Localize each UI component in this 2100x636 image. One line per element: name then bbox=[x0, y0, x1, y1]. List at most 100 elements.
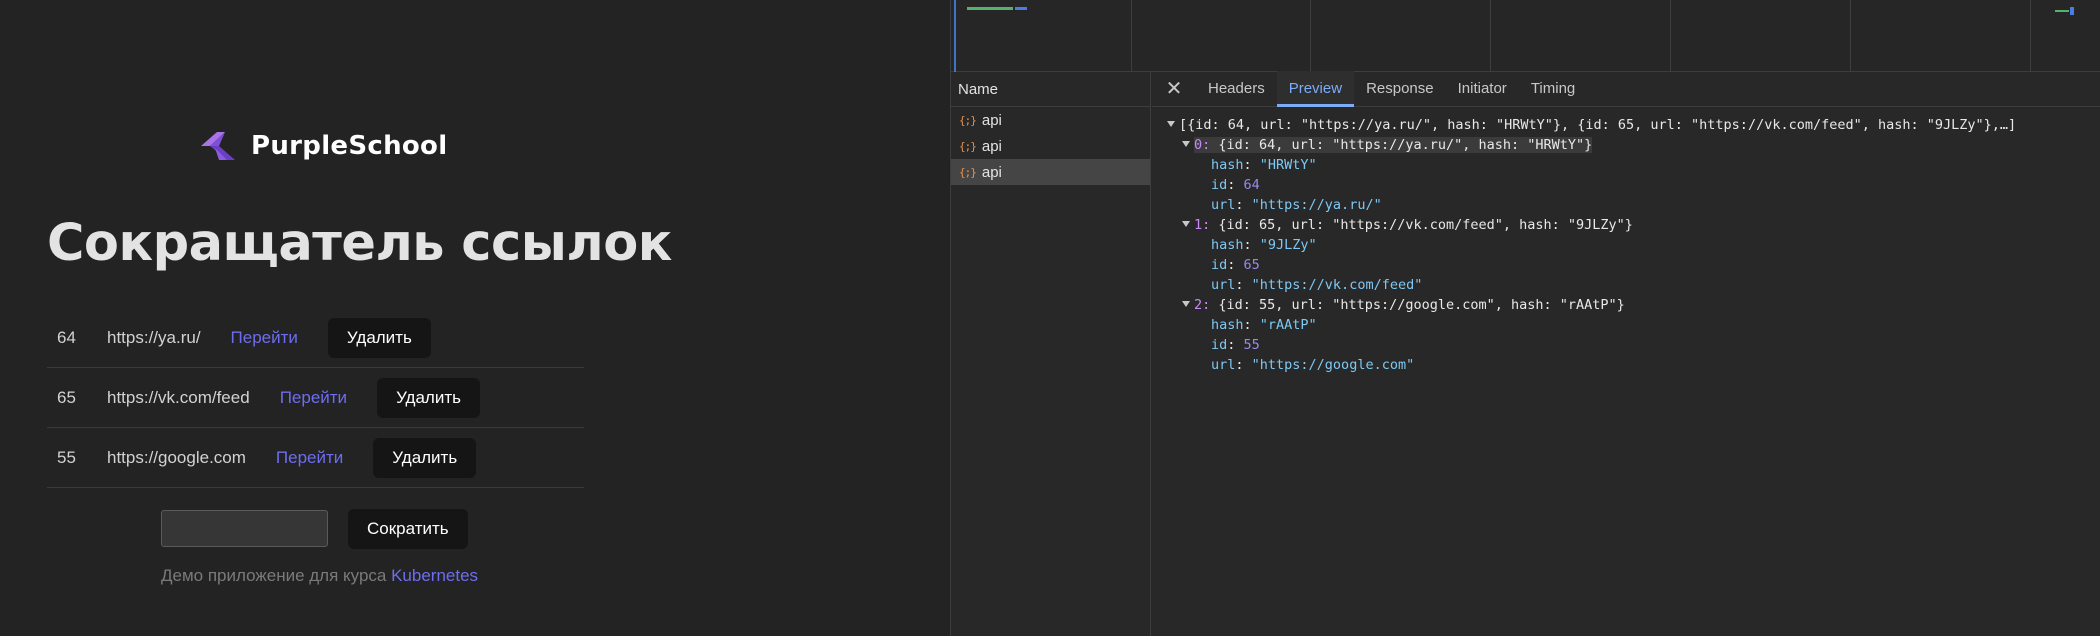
json-item-row[interactable]: 2: {id: 55, url: "https://google.com", h… bbox=[1152, 295, 2100, 315]
json-value: 65 bbox=[1243, 257, 1260, 273]
request-detail-pane: ✕ Headers Preview Response Initiator Tim… bbox=[1152, 71, 2100, 636]
link-url: https://vk.com/feed bbox=[107, 387, 250, 407]
json-key: id bbox=[1211, 177, 1228, 193]
json-value: "https://vk.com/feed" bbox=[1251, 277, 1423, 293]
json-value: "rAAtP" bbox=[1259, 317, 1317, 333]
footer-text: Демо приложение для курса bbox=[161, 566, 392, 585]
delete-button[interactable]: Удалить bbox=[327, 317, 431, 358]
request-row-selected[interactable]: {;} api bbox=[951, 159, 1150, 185]
tab-initiator[interactable]: Initiator bbox=[1446, 71, 1519, 106]
devtools-network-panel: Name {;} api {;} api {;} api ✕ Headers P… bbox=[950, 0, 2100, 636]
timeline-divider bbox=[1670, 0, 1671, 72]
link-url: https://google.com bbox=[107, 447, 246, 467]
json-value: "9JLZy" bbox=[1259, 237, 1317, 253]
detail-tabs: ✕ Headers Preview Response Initiator Tim… bbox=[1152, 71, 2100, 107]
request-name: api bbox=[981, 137, 1002, 155]
close-icon[interactable]: ✕ bbox=[1152, 71, 1196, 106]
timeline-download-bar bbox=[2070, 7, 2074, 15]
name-column-header[interactable]: Name bbox=[951, 72, 1150, 107]
json-key: id bbox=[1211, 337, 1228, 353]
json-value: "https://google.com" bbox=[1251, 357, 1415, 373]
request-row[interactable]: {;} api bbox=[951, 107, 1150, 133]
json-field: id: 55 bbox=[1211, 337, 1260, 353]
expand-triangle-icon[interactable] bbox=[1167, 121, 1175, 127]
timeline-divider bbox=[2030, 0, 2031, 72]
delete-button[interactable]: Удалить bbox=[373, 437, 477, 478]
json-root-row[interactable]: [{id: 64, url: "https://ya.ru/", hash: "… bbox=[1152, 115, 2100, 135]
timeline-marker bbox=[954, 0, 956, 72]
json-item-label: 0: {id: 64, url: "https://ya.ru/", hash:… bbox=[1194, 137, 1593, 153]
footer: Демо приложение для курса Kubernetes bbox=[161, 566, 478, 586]
link-id: 55 bbox=[57, 447, 76, 467]
json-field: hash: "rAAtP" bbox=[1211, 317, 1317, 333]
link-row: 64 https://ya.ru/ Перейти Удалить bbox=[47, 308, 584, 368]
json-root-summary: [{id: 64, url: "https://ya.ru/", hash: "… bbox=[1179, 117, 2017, 133]
json-item-summary: {id: 55, url: "https://google.com", hash… bbox=[1218, 297, 1625, 313]
timeline-divider bbox=[1490, 0, 1491, 72]
json-value: 64 bbox=[1243, 177, 1260, 193]
tab-response[interactable]: Response bbox=[1354, 71, 1446, 106]
tab-headers[interactable]: Headers bbox=[1196, 71, 1277, 106]
json-key: hash bbox=[1211, 317, 1244, 333]
json-field: id: 65 bbox=[1211, 257, 1260, 273]
expand-triangle-icon[interactable] bbox=[1182, 221, 1190, 227]
json-file-icon: {;} bbox=[959, 139, 977, 153]
json-field: hash: "HRWtY" bbox=[1211, 157, 1317, 173]
link-row: 55 https://google.com Перейти Удалить bbox=[47, 428, 584, 488]
json-index: 2 bbox=[1194, 297, 1203, 313]
link-url: https://ya.ru/ bbox=[107, 327, 201, 347]
json-index: 1 bbox=[1194, 217, 1203, 233]
json-key: url bbox=[1211, 277, 1236, 293]
tab-timing[interactable]: Timing bbox=[1519, 71, 1587, 106]
link-id: 65 bbox=[57, 387, 76, 407]
json-field: id: 64 bbox=[1211, 177, 1260, 193]
link-shortener-app: PurpleSchool Сокращатель ссылок 64 https… bbox=[0, 0, 950, 636]
json-file-icon: {;} bbox=[959, 113, 977, 127]
logo: PurpleSchool bbox=[197, 126, 447, 166]
link-id: 64 bbox=[57, 327, 76, 347]
delete-button[interactable]: Удалить bbox=[377, 377, 480, 418]
timeline-divider bbox=[1310, 0, 1311, 72]
go-link[interactable]: Перейти bbox=[231, 328, 298, 348]
request-name: api bbox=[981, 163, 1002, 181]
json-preview: [{id: 64, url: "https://ya.ru/", hash: "… bbox=[1152, 107, 2100, 375]
request-name: api bbox=[981, 111, 1002, 129]
go-link[interactable]: Перейти bbox=[276, 448, 343, 468]
json-index: 0 bbox=[1194, 137, 1203, 153]
timeline-download-bar bbox=[1015, 7, 1027, 10]
url-input[interactable] bbox=[161, 510, 328, 547]
timeline-divider bbox=[1850, 0, 1851, 72]
json-field: hash: "9JLZy" bbox=[1211, 237, 1317, 253]
json-key: url bbox=[1211, 357, 1236, 373]
tab-preview[interactable]: Preview bbox=[1276, 71, 1355, 107]
page-title: Сокращатель ссылок bbox=[47, 214, 672, 273]
shorten-button[interactable]: Сократить bbox=[348, 509, 468, 549]
purpleschool-logo-icon bbox=[201, 132, 235, 160]
go-link[interactable]: Перейти bbox=[280, 388, 347, 408]
network-overview-timeline[interactable] bbox=[951, 0, 2100, 72]
expand-triangle-icon[interactable] bbox=[1182, 301, 1190, 307]
json-item-summary: {id: 65, url: "https://vk.com/feed", has… bbox=[1218, 217, 1633, 233]
json-item-row[interactable]: 1: {id: 65, url: "https://vk.com/feed", … bbox=[1152, 215, 2100, 235]
expand-triangle-icon[interactable] bbox=[1182, 141, 1190, 147]
json-value: "HRWtY" bbox=[1259, 157, 1317, 173]
json-value: 55 bbox=[1243, 337, 1260, 353]
json-key: id bbox=[1211, 257, 1228, 273]
logo-text: PurpleSchool bbox=[251, 131, 448, 161]
request-row[interactable]: {;} api bbox=[951, 133, 1150, 159]
json-item-row[interactable]: 0: {id: 64, url: "https://ya.ru/", hash:… bbox=[1152, 135, 2100, 155]
json-value: "https://ya.ru/" bbox=[1251, 197, 1382, 213]
json-file-icon: {;} bbox=[959, 165, 977, 179]
timeline-waiting-bar bbox=[967, 7, 1013, 10]
json-key: url bbox=[1211, 197, 1236, 213]
request-list: Name {;} api {;} api {;} api bbox=[951, 72, 1151, 636]
json-field: url: "https://vk.com/feed" bbox=[1211, 277, 1423, 293]
json-field: url: "https://google.com" bbox=[1211, 357, 1415, 373]
json-item-summary: {id: 64, url: "https://ya.ru/", hash: "H… bbox=[1218, 137, 1593, 153]
timeline-divider bbox=[1131, 0, 1132, 72]
kubernetes-link[interactable]: Kubernetes bbox=[391, 566, 478, 585]
link-row: 65 https://vk.com/feed Перейти Удалить bbox=[47, 368, 584, 428]
timeline-waiting-bar bbox=[2055, 10, 2069, 12]
json-key: hash bbox=[1211, 237, 1244, 253]
json-field: url: "https://ya.ru/" bbox=[1211, 197, 1382, 213]
